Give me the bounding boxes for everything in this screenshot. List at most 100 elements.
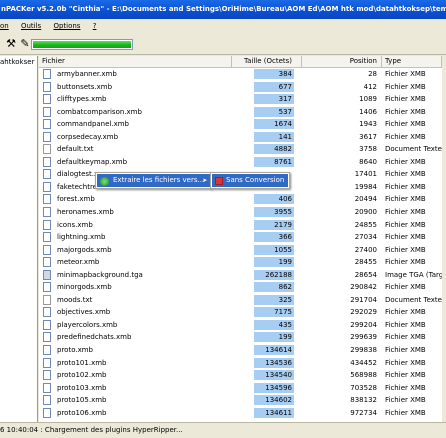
file-icon (43, 370, 51, 381)
menu-item-extract[interactable]: Extraire les fichiers vers... ▸ (97, 174, 210, 187)
file-name: moods.txt (57, 295, 93, 304)
file-icon (43, 345, 51, 356)
file-row[interactable]: defaultkeymap.xmb 8761 8640 Fichier XMB (39, 156, 442, 169)
file-icon (43, 307, 51, 318)
file-row[interactable]: proto106.xmb 134611 972734 Fichier XMB (39, 407, 442, 420)
menu-item-no-conversion[interactable]: Sans Conversion (212, 174, 288, 187)
file-position: 28654 (354, 270, 377, 279)
file-size: 199 (254, 332, 294, 343)
progress-bar (31, 39, 133, 50)
file-name: predefinedchats.xmb (57, 333, 132, 342)
folder-tree[interactable]: ahtkokser (0, 56, 38, 422)
file-icon (43, 244, 51, 255)
title-bar: nPACKer v5.2.0b "Cinthia" - E:\Documents… (0, 0, 446, 19)
file-row[interactable]: proto105.xmb 134602 838132 Fichier XMB (39, 394, 442, 407)
file-position: 3758 (359, 145, 377, 154)
file-name: lightning.xmb (57, 233, 106, 242)
file-type: Document Texte (385, 295, 442, 304)
file-row[interactable]: proto102.xmb 134540 568988 Fichier XMB (39, 369, 442, 382)
file-position: 28 (368, 70, 377, 78)
file-row[interactable]: playercolors.xmb 435 299204 Fichier XMB (39, 319, 442, 332)
file-position: 1406 (359, 107, 377, 116)
file-name: minorgods.xmb (57, 283, 112, 292)
column-header-name[interactable]: Fichier (39, 56, 232, 67)
file-type: Fichier XMB (385, 182, 426, 191)
file-size: 134614 (254, 345, 294, 356)
file-row[interactable]: proto.xmb 134614 299838 Fichier XMB (39, 344, 442, 357)
file-icon (43, 395, 51, 406)
file-row[interactable]: default.txt 4882 3758 Document Texte (39, 143, 442, 156)
file-name: clifftypes.xmb (57, 95, 107, 104)
file-type: Fichier XMB (385, 157, 426, 166)
file-type: Fichier XMB (385, 95, 426, 104)
tree-item[interactable]: ahtkokser (0, 58, 34, 66)
file-row[interactable]: armybanner.xmb 384 28 Fichier XMB (39, 68, 442, 81)
file-row[interactable]: clifftypes.xmb 317 1089 Fichier XMB (39, 93, 442, 106)
file-row[interactable]: moods.txt 325 291704 Document Texte (39, 294, 442, 307)
file-list[interactable]: Fichier Taille (Octets) Position Type ar… (39, 56, 442, 422)
menu-help[interactable]: ? (93, 22, 97, 30)
file-row[interactable]: minimapbackground.tga 262188 28654 Image TG… (39, 269, 442, 282)
file-icon (43, 407, 51, 418)
file-position: 299204 (350, 320, 377, 329)
menu-options[interactable]: Options (53, 22, 80, 30)
file-position: 972734 (350, 408, 377, 417)
file-row[interactable]: lightning.xmb 366 27034 Fichier XMB (39, 231, 442, 244)
file-type: Fichier XMB (385, 233, 426, 242)
file-type: Fichier XMB (385, 383, 426, 392)
file-position: 292029 (350, 308, 377, 317)
file-type: Fichier XMB (385, 346, 426, 355)
file-type: Fichier XMB (385, 283, 426, 292)
file-row[interactable]: icons.xmb 2179 24855 Fichier XMB (39, 219, 442, 232)
file-name: combatcomparison.xmb (57, 107, 142, 116)
file-row[interactable]: predefinedchats.xmb 199 299639 Fichier XMB (39, 331, 442, 344)
file-name: icons.xmb (57, 220, 93, 229)
column-header-type[interactable]: Type (382, 56, 442, 67)
column-header-position[interactable]: Position (302, 56, 382, 67)
file-name: buttonsets.xmb (57, 82, 113, 91)
file-icon (43, 156, 51, 167)
file-name: proto102.xmb (57, 371, 107, 380)
file-type: Fichier XMB (385, 408, 426, 417)
file-size: 3955 (254, 207, 294, 218)
file-name: forest.xmb (57, 195, 95, 204)
file-name: minimapbackground.tga (57, 270, 143, 279)
file-name: proto101.xmb (57, 358, 107, 367)
file-row[interactable]: meteor.xmb 199 28455 Fichier XMB (39, 256, 442, 269)
menu-bar: on Outils Options ? (0, 19, 446, 33)
file-row[interactable]: buttonsets.xmb 677 412 Fichier XMB (39, 81, 442, 94)
text-file-icon (43, 144, 51, 155)
window-title: nPACKer v5.2.0b "Cinthia" - E:\Documents… (1, 5, 446, 13)
column-header-size[interactable]: Taille (Octets) (232, 56, 302, 67)
menu-outils[interactable]: Outils (21, 22, 41, 30)
file-name: majorgods.xmb (57, 245, 112, 254)
file-row[interactable]: commandpanel.xmb 1674 1943 Fichier XMB (39, 118, 442, 131)
file-icon (43, 69, 51, 79)
file-name: proto106.xmb (57, 408, 107, 417)
submenu-arrow-icon: ▸ (203, 176, 207, 184)
file-row[interactable]: proto103.xmb 134596 703528 Fichier XMB (39, 382, 442, 395)
file-name: objectives.xmb (57, 308, 111, 317)
no-conversion-icon (215, 177, 223, 185)
file-size: 134540 (254, 370, 294, 381)
file-row[interactable]: combatcomparison.xmb 537 1406 Fichier XMB (39, 106, 442, 119)
menu-file[interactable]: on (0, 22, 9, 30)
image-file-icon (43, 269, 51, 280)
file-icon (43, 232, 51, 243)
file-position: 703528 (350, 383, 377, 392)
file-row[interactable]: minorgods.xmb 862 290842 Fichier XMB (39, 281, 442, 294)
file-icon (43, 319, 51, 330)
file-row[interactable]: majorgods.xmb 1055 27400 Fichier XMB (39, 244, 442, 257)
file-row[interactable]: objectives.xmb 7175 292029 Fichier XMB (39, 306, 442, 319)
file-row[interactable]: proto101.xmb 134536 434452 Fichier XMB (39, 357, 442, 370)
file-position: 291704 (350, 295, 377, 304)
file-name: defaultkeymap.xmb (57, 157, 128, 166)
file-row[interactable]: heronames.xmb 3955 20900 Fichier XMB (39, 206, 442, 219)
vertical-scrollbar[interactable] (442, 56, 446, 422)
file-row[interactable]: forest.xmb 406 20494 Fichier XMB (39, 193, 442, 206)
file-icon (43, 332, 51, 343)
file-row[interactable]: corpsedecay.xmb 141 3617 Fichier XMB (39, 131, 442, 144)
submenu: Sans Conversion (210, 172, 290, 189)
progress-fill (33, 41, 131, 48)
file-type: Document Texte (385, 145, 442, 154)
